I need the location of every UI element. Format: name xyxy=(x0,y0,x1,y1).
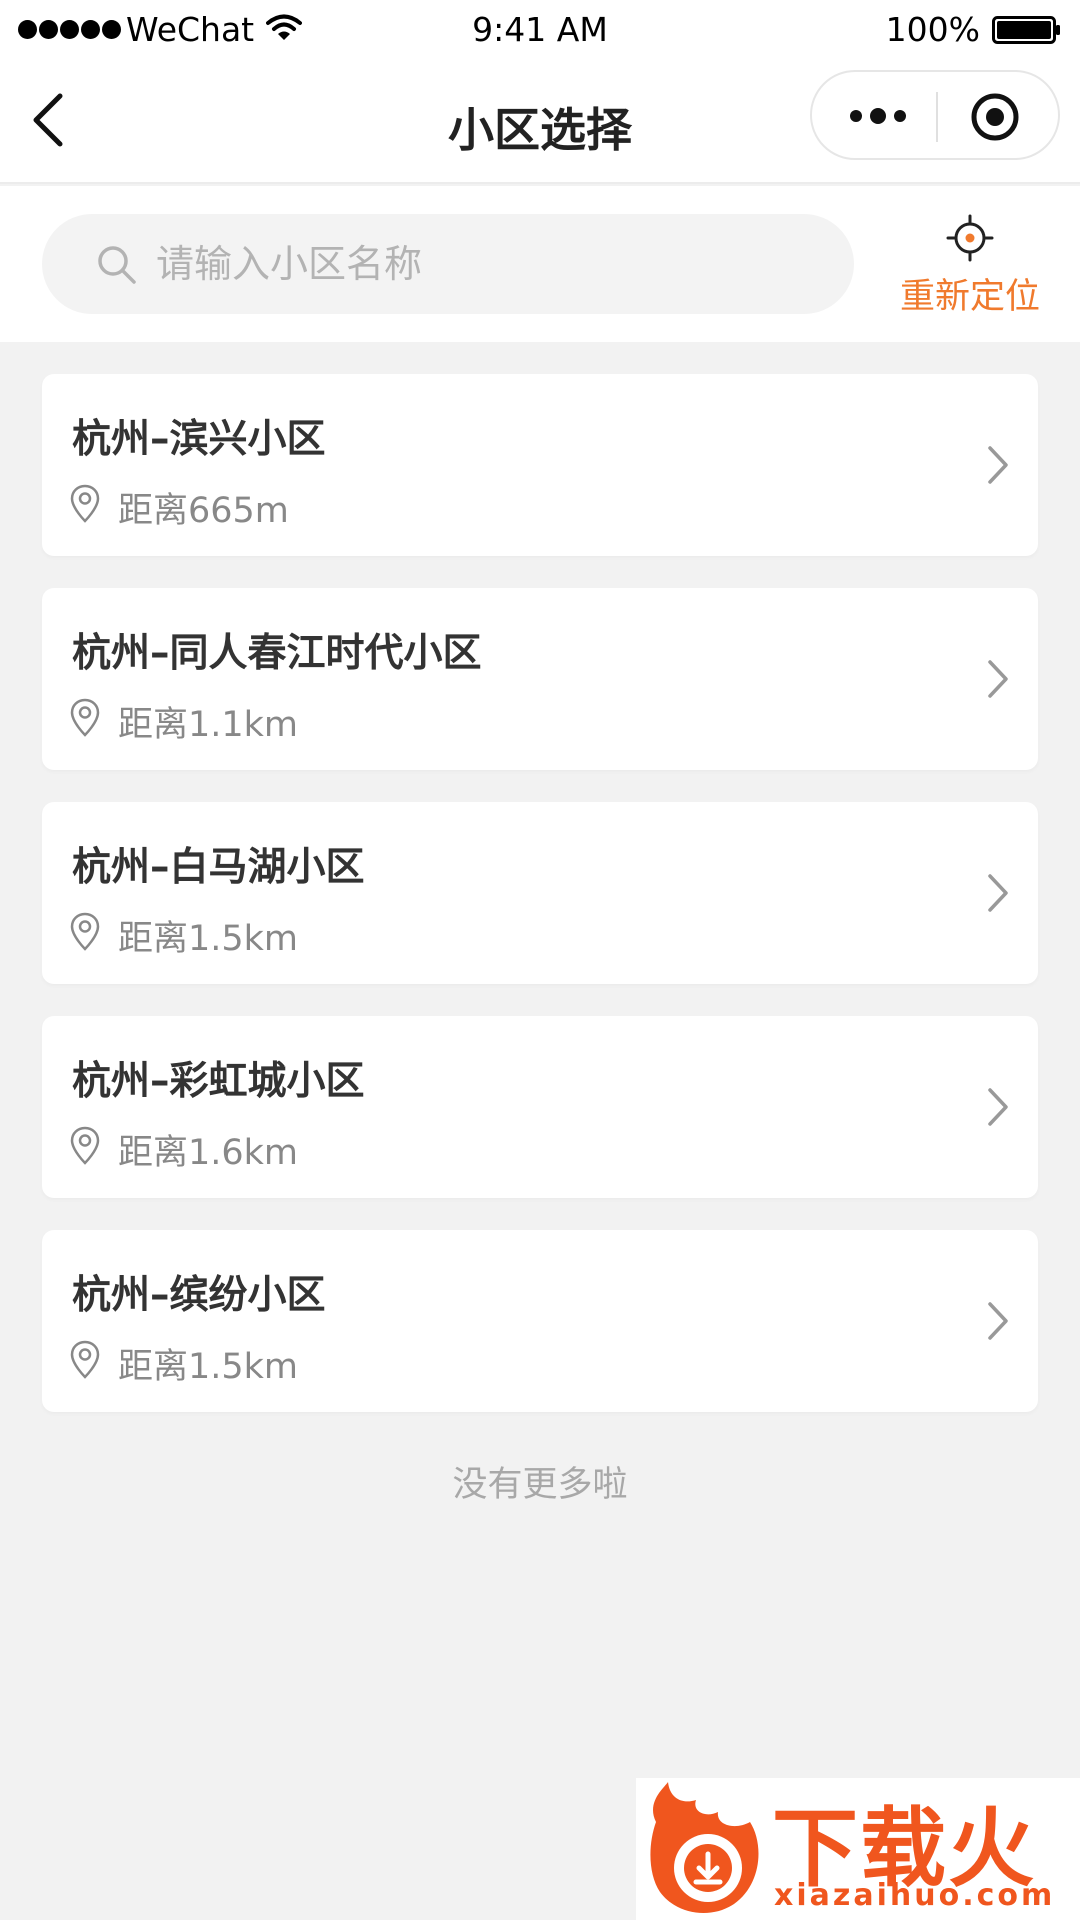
community-name: 杭州–彩虹城小区 xyxy=(72,1059,365,1104)
location-pin-icon xyxy=(70,484,100,523)
chevron-right-icon xyxy=(988,1302,1008,1340)
community-name: 杭州–滨兴小区 xyxy=(72,417,326,462)
community-name: 杭州–同人春江时代小区 xyxy=(72,631,482,676)
location-pin-icon xyxy=(70,698,100,737)
community-item[interactable]: 杭州–彩虹城小区 距离1.6km xyxy=(42,1016,1038,1198)
battery-percentage: 100% xyxy=(885,10,980,49)
search-box[interactable] xyxy=(42,214,854,314)
community-distance: 距离1.5km xyxy=(118,919,299,959)
community-item[interactable]: 杭州–滨兴小区 距离665m xyxy=(42,374,1038,556)
chevron-right-icon xyxy=(988,1088,1008,1126)
navigation-bar: 小区选择 xyxy=(0,60,1080,184)
watermark: 下载火 xiazaihuo.com xyxy=(636,1778,1080,1920)
watermark-url: xiazaihuo.com xyxy=(774,1878,1056,1913)
location-pin-icon xyxy=(70,1126,100,1165)
battery-icon xyxy=(992,16,1060,44)
chevron-right-icon xyxy=(988,446,1008,484)
more-dots-icon[interactable] xyxy=(846,102,910,130)
capsule-divider xyxy=(936,92,938,142)
flame-logo-icon xyxy=(650,1782,759,1914)
locate-crosshair-icon xyxy=(946,214,994,262)
chevron-right-icon xyxy=(988,874,1008,912)
location-pin-icon xyxy=(70,912,100,951)
community-item[interactable]: 杭州–白马湖小区 距离1.5km xyxy=(42,802,1038,984)
close-mini-program-icon[interactable] xyxy=(970,92,1020,142)
mini-program-capsule xyxy=(810,70,1060,160)
community-name: 杭州–白马湖小区 xyxy=(72,845,365,890)
community-distance: 距离1.1km xyxy=(118,705,299,745)
community-distance: 距离1.6km xyxy=(118,1133,299,1173)
community-item[interactable]: 杭州–同人春江时代小区 距离1.1km xyxy=(42,588,1038,770)
relocate-button[interactable]: 重新定位 xyxy=(880,214,1060,324)
no-more-text: 没有更多啦 xyxy=(452,1465,628,1505)
search-input[interactable] xyxy=(154,214,834,314)
community-distance: 距离1.5km xyxy=(118,1347,299,1387)
community-name: 杭州–缤纷小区 xyxy=(72,1273,326,1318)
community-item[interactable]: 杭州–缤纷小区 距离1.5km xyxy=(42,1230,1038,1412)
chevron-right-icon xyxy=(988,660,1008,698)
community-list: 杭州–滨兴小区 距离665m 杭州–同人春江时代小区 距离1.1km 杭州–白马… xyxy=(42,374,1038,1444)
community-distance: 距离665m xyxy=(118,491,289,531)
search-icon xyxy=(98,246,136,284)
location-pin-icon xyxy=(70,1340,100,1379)
relocate-label: 重新定位 xyxy=(899,277,1040,317)
status-bar: WeChat 9:41 AM 100% xyxy=(0,0,1080,60)
search-section: 重新定位 xyxy=(0,186,1080,342)
